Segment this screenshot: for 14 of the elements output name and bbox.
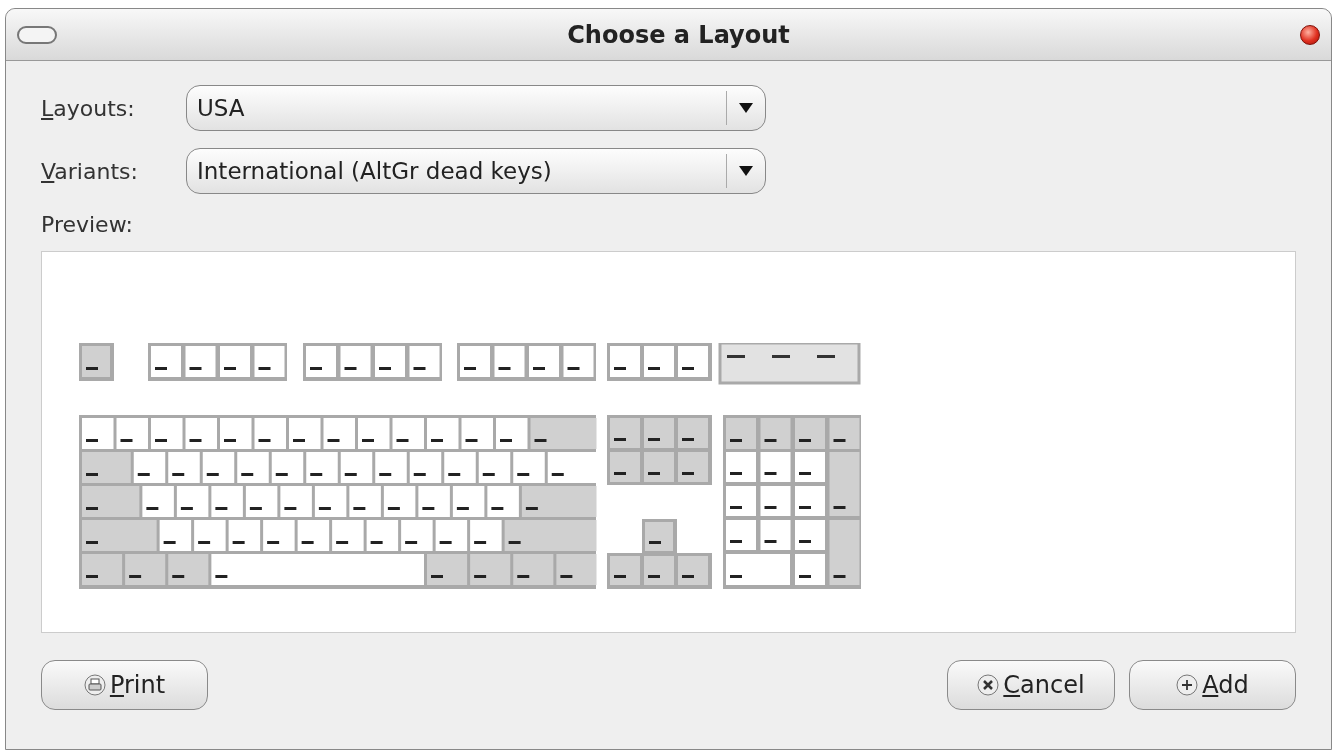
close-icon [977,674,1000,696]
add-button[interactable]: Add [1129,660,1296,710]
window-menu-icon[interactable] [17,25,57,44]
combo-box[interactable]: USA [186,85,766,131]
combo-box[interactable]: International (AltGr dead keys) [186,148,766,194]
print-button[interactable]: Print [41,660,208,710]
field-label: Variants: [41,157,139,186]
printer-icon [83,674,106,696]
close-icon[interactable] [1300,24,1320,45]
plus-icon [1176,674,1199,696]
window-title: Choose a Layout [566,19,791,51]
cancel-button[interactable]: Cancel [947,660,1115,710]
field-label: Layouts: [41,94,136,123]
preview-label: Preview: [40,211,134,239]
